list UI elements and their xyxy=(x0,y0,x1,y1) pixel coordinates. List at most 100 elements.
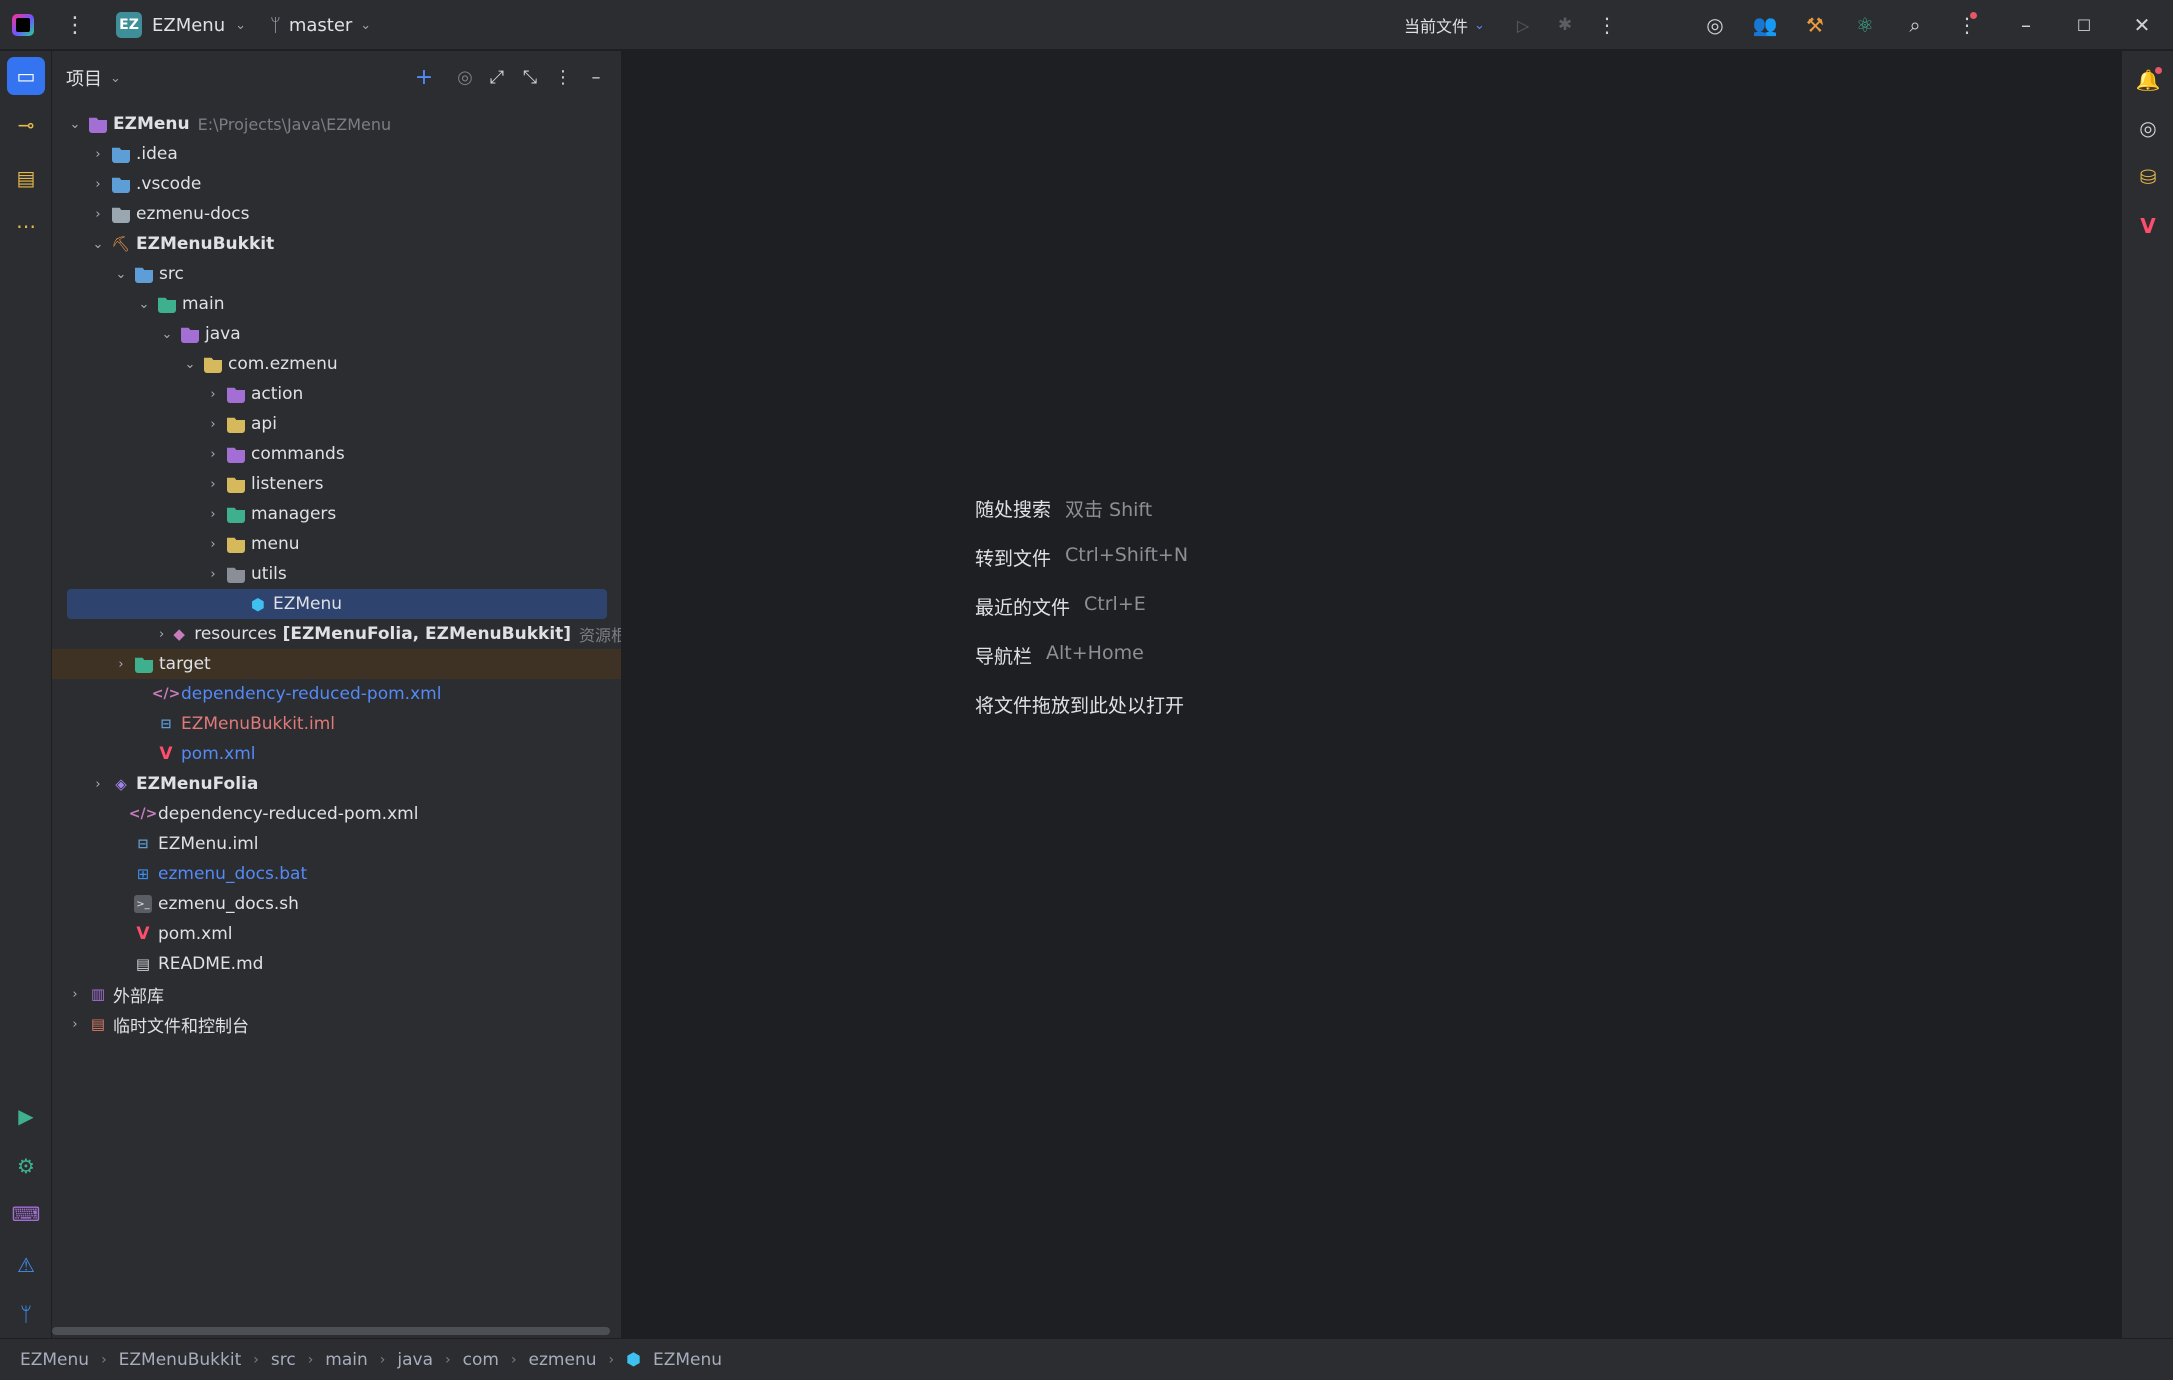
panel-title-dropdown[interactable]: 项目 ⌄ xyxy=(66,65,121,91)
notifications-icon[interactable]: 🔔 xyxy=(2129,61,2167,99)
add-icon[interactable]: + xyxy=(411,64,437,90)
more-tools-icon[interactable]: ⋯ xyxy=(7,207,45,245)
tree-node-menu[interactable]: › menu xyxy=(52,529,621,559)
chevron-right-icon[interactable]: › xyxy=(205,387,221,402)
chevron-down-icon[interactable]: ⌄ xyxy=(182,357,198,372)
plugin-atom-icon[interactable]: ⚛ xyxy=(1850,0,1880,50)
minimize-button[interactable]: – xyxy=(2006,0,2046,50)
options-icon[interactable]: ⋮ xyxy=(550,64,576,90)
git-tool-icon[interactable]: ᛘ xyxy=(7,1295,45,1333)
run-config-selector[interactable]: 当前文件 ⌄ xyxy=(1404,0,1485,50)
tree-node-pom-root[interactable]: V pom.xml xyxy=(52,919,621,949)
chevron-right-icon[interactable]: › xyxy=(67,1017,83,1032)
horizontal-scrollbar[interactable] xyxy=(52,1327,610,1335)
chevron-down-icon[interactable]: ⌄ xyxy=(113,267,129,282)
ai-chat-icon[interactable]: ◎ xyxy=(2129,109,2167,147)
tree-node-external-libraries[interactable]: › ▥ 外部库 xyxy=(52,979,621,1009)
database-icon[interactable]: ⛁ xyxy=(2129,158,2167,196)
chevron-right-icon[interactable]: › xyxy=(159,627,164,642)
run-tool-icon[interactable]: ▶ xyxy=(7,1097,45,1135)
main-menu-button[interactable]: ⋮ xyxy=(64,0,86,50)
tree-node-listeners[interactable]: › listeners xyxy=(52,469,621,499)
problems-tool-icon[interactable]: ⚠ xyxy=(7,1246,45,1284)
breadcrumb-item[interactable]: ezmenu xyxy=(529,1350,597,1370)
chevron-right-icon[interactable]: › xyxy=(90,177,106,192)
breadcrumb-item[interactable]: EZMenu xyxy=(653,1350,722,1370)
tree-node-java[interactable]: ⌄ java xyxy=(52,319,621,349)
build-tools-icon[interactable]: ⚒ xyxy=(1800,0,1830,50)
tree-node-com-ezmenu[interactable]: ⌄ com.ezmenu xyxy=(52,349,621,379)
ai-assistant-icon[interactable]: ◎ xyxy=(1700,0,1730,50)
tree-node-action[interactable]: › action xyxy=(52,379,621,409)
chevron-right-icon[interactable]: › xyxy=(205,447,221,462)
terminal-tool-icon[interactable]: ⌨ xyxy=(7,1195,45,1233)
chevron-right-icon[interactable]: › xyxy=(205,507,221,522)
tree-node-ezmenu-docs-bat[interactable]: ⊞ ezmenu_docs.bat xyxy=(52,859,621,889)
tree-node-ezmenu-docs[interactable]: › ezmenu-docs xyxy=(52,199,621,229)
tree-node-ezmenu-iml[interactable]: ⊟ EZMenu.iml xyxy=(52,829,621,859)
chevron-down-icon[interactable]: ⌄ xyxy=(136,297,152,312)
breadcrumb-item[interactable]: com xyxy=(463,1350,499,1370)
tree-node-idea[interactable]: › .idea xyxy=(52,139,621,169)
tree-node-dependency-reduced-pom[interactable]: </> dependency-reduced-pom.xml xyxy=(52,799,621,829)
settings-updates-icon[interactable]: ⋮ xyxy=(1952,0,1982,50)
project-widget[interactable]: EZ EZMenu ⌄ xyxy=(116,0,246,50)
chevron-right-icon[interactable]: › xyxy=(113,657,129,672)
chevron-down-icon[interactable]: ⌄ xyxy=(90,237,106,252)
tree-node-readme[interactable]: ▤ README.md xyxy=(52,949,621,979)
collapse-all-icon[interactable]: ⤡ xyxy=(517,64,543,90)
chevron-right-icon[interactable]: › xyxy=(67,987,83,1002)
tree-node-managers[interactable]: › managers xyxy=(52,499,621,529)
tree-node-ezmenu-docs-sh[interactable]: >_ ezmenu_docs.sh xyxy=(52,889,621,919)
search-icon[interactable]: ⌕ xyxy=(1900,0,1930,50)
breadcrumb-item[interactable]: src xyxy=(271,1350,296,1370)
chevron-right-icon[interactable]: › xyxy=(205,567,221,582)
more-actions-icon[interactable]: ⋮ xyxy=(1592,0,1622,50)
chevron-right-icon[interactable]: › xyxy=(205,417,221,432)
tree-node-commands[interactable]: › commands xyxy=(52,439,621,469)
vcs-branch-widget[interactable]: ᛘ master ⌄ xyxy=(270,0,371,50)
maven-icon[interactable]: V xyxy=(2129,207,2167,245)
hint-navigation-bar: 导航栏 Alt+Home xyxy=(975,642,1144,669)
tree-node-api[interactable]: › api xyxy=(52,409,621,439)
debug-icon[interactable]: ✱ xyxy=(1550,0,1580,50)
code-with-me-icon[interactable]: 👥 xyxy=(1750,0,1780,50)
close-button[interactable]: ✕ xyxy=(2122,0,2162,50)
structure-tool-icon[interactable]: ▤ xyxy=(7,159,45,197)
tree-node-target[interactable]: › target xyxy=(52,649,621,679)
tree-node-pom-bukkit[interactable]: V pom.xml xyxy=(52,739,621,769)
tree-node-ezmenu[interactable]: ⌄ EZMenu E:\Projects\Java\EZMenu xyxy=(52,109,621,139)
chevron-right-icon[interactable]: › xyxy=(205,477,221,492)
chevron-right-icon[interactable]: › xyxy=(90,207,106,222)
tree-node-dependency-reduced-pom-bukkit[interactable]: </> dependency-reduced-pom.xml xyxy=(52,679,621,709)
breadcrumb-item[interactable]: main xyxy=(325,1350,367,1370)
tree-node-scratches[interactable]: › ▤ 临时文件和控制台 xyxy=(52,1009,621,1039)
tree-label: .idea xyxy=(136,144,178,164)
breadcrumb-item[interactable]: EZMenu xyxy=(20,1350,89,1370)
tree-node-src[interactable]: ⌄ src xyxy=(52,259,621,289)
run-icon[interactable]: ▷ xyxy=(1508,0,1538,50)
panel-header: 项目 ⌄ + ◎ ⤢ ⤡ ⋮ – xyxy=(52,51,621,103)
chevron-right-icon[interactable]: › xyxy=(205,537,221,552)
tree-node-ezmenubukkit[interactable]: ⌄ ⛏ EZMenuBukkit xyxy=(52,229,621,259)
chevron-right-icon[interactable]: › xyxy=(90,777,106,792)
tree-node-resources[interactable]: › ◆ resources [EZMenuFolia, EZMenuBukkit… xyxy=(52,619,621,649)
hide-panel-icon[interactable]: – xyxy=(583,64,609,90)
tree-node-ezmenufolia[interactable]: › ◈ EZMenuFolia xyxy=(52,769,621,799)
chevron-right-icon[interactable]: › xyxy=(90,147,106,162)
project-tool-icon[interactable]: ▭ xyxy=(7,57,45,95)
chevron-down-icon[interactable]: ⌄ xyxy=(67,117,83,132)
breadcrumb-item[interactable]: EZMenuBukkit xyxy=(119,1350,242,1370)
maximize-button[interactable]: ☐ xyxy=(2064,0,2104,50)
chevron-down-icon[interactable]: ⌄ xyxy=(159,327,175,342)
locate-icon[interactable]: ◎ xyxy=(452,64,478,90)
expand-all-icon[interactable]: ⤢ xyxy=(484,64,510,90)
tree-node-main[interactable]: ⌄ main xyxy=(52,289,621,319)
tree-node-ezmenu-class[interactable]: ⬢ EZMenu xyxy=(52,589,621,619)
breadcrumb-item[interactable]: java xyxy=(397,1350,433,1370)
tree-node-vscode[interactable]: › .vscode xyxy=(52,169,621,199)
services-tool-icon[interactable]: ⚙ xyxy=(7,1147,45,1185)
tree-node-ezmenubukkit-iml[interactable]: ⊟ EZMenuBukkit.iml xyxy=(52,709,621,739)
commit-tool-icon[interactable]: ⊸ xyxy=(7,106,45,144)
tree-node-utils[interactable]: › utils xyxy=(52,559,621,589)
